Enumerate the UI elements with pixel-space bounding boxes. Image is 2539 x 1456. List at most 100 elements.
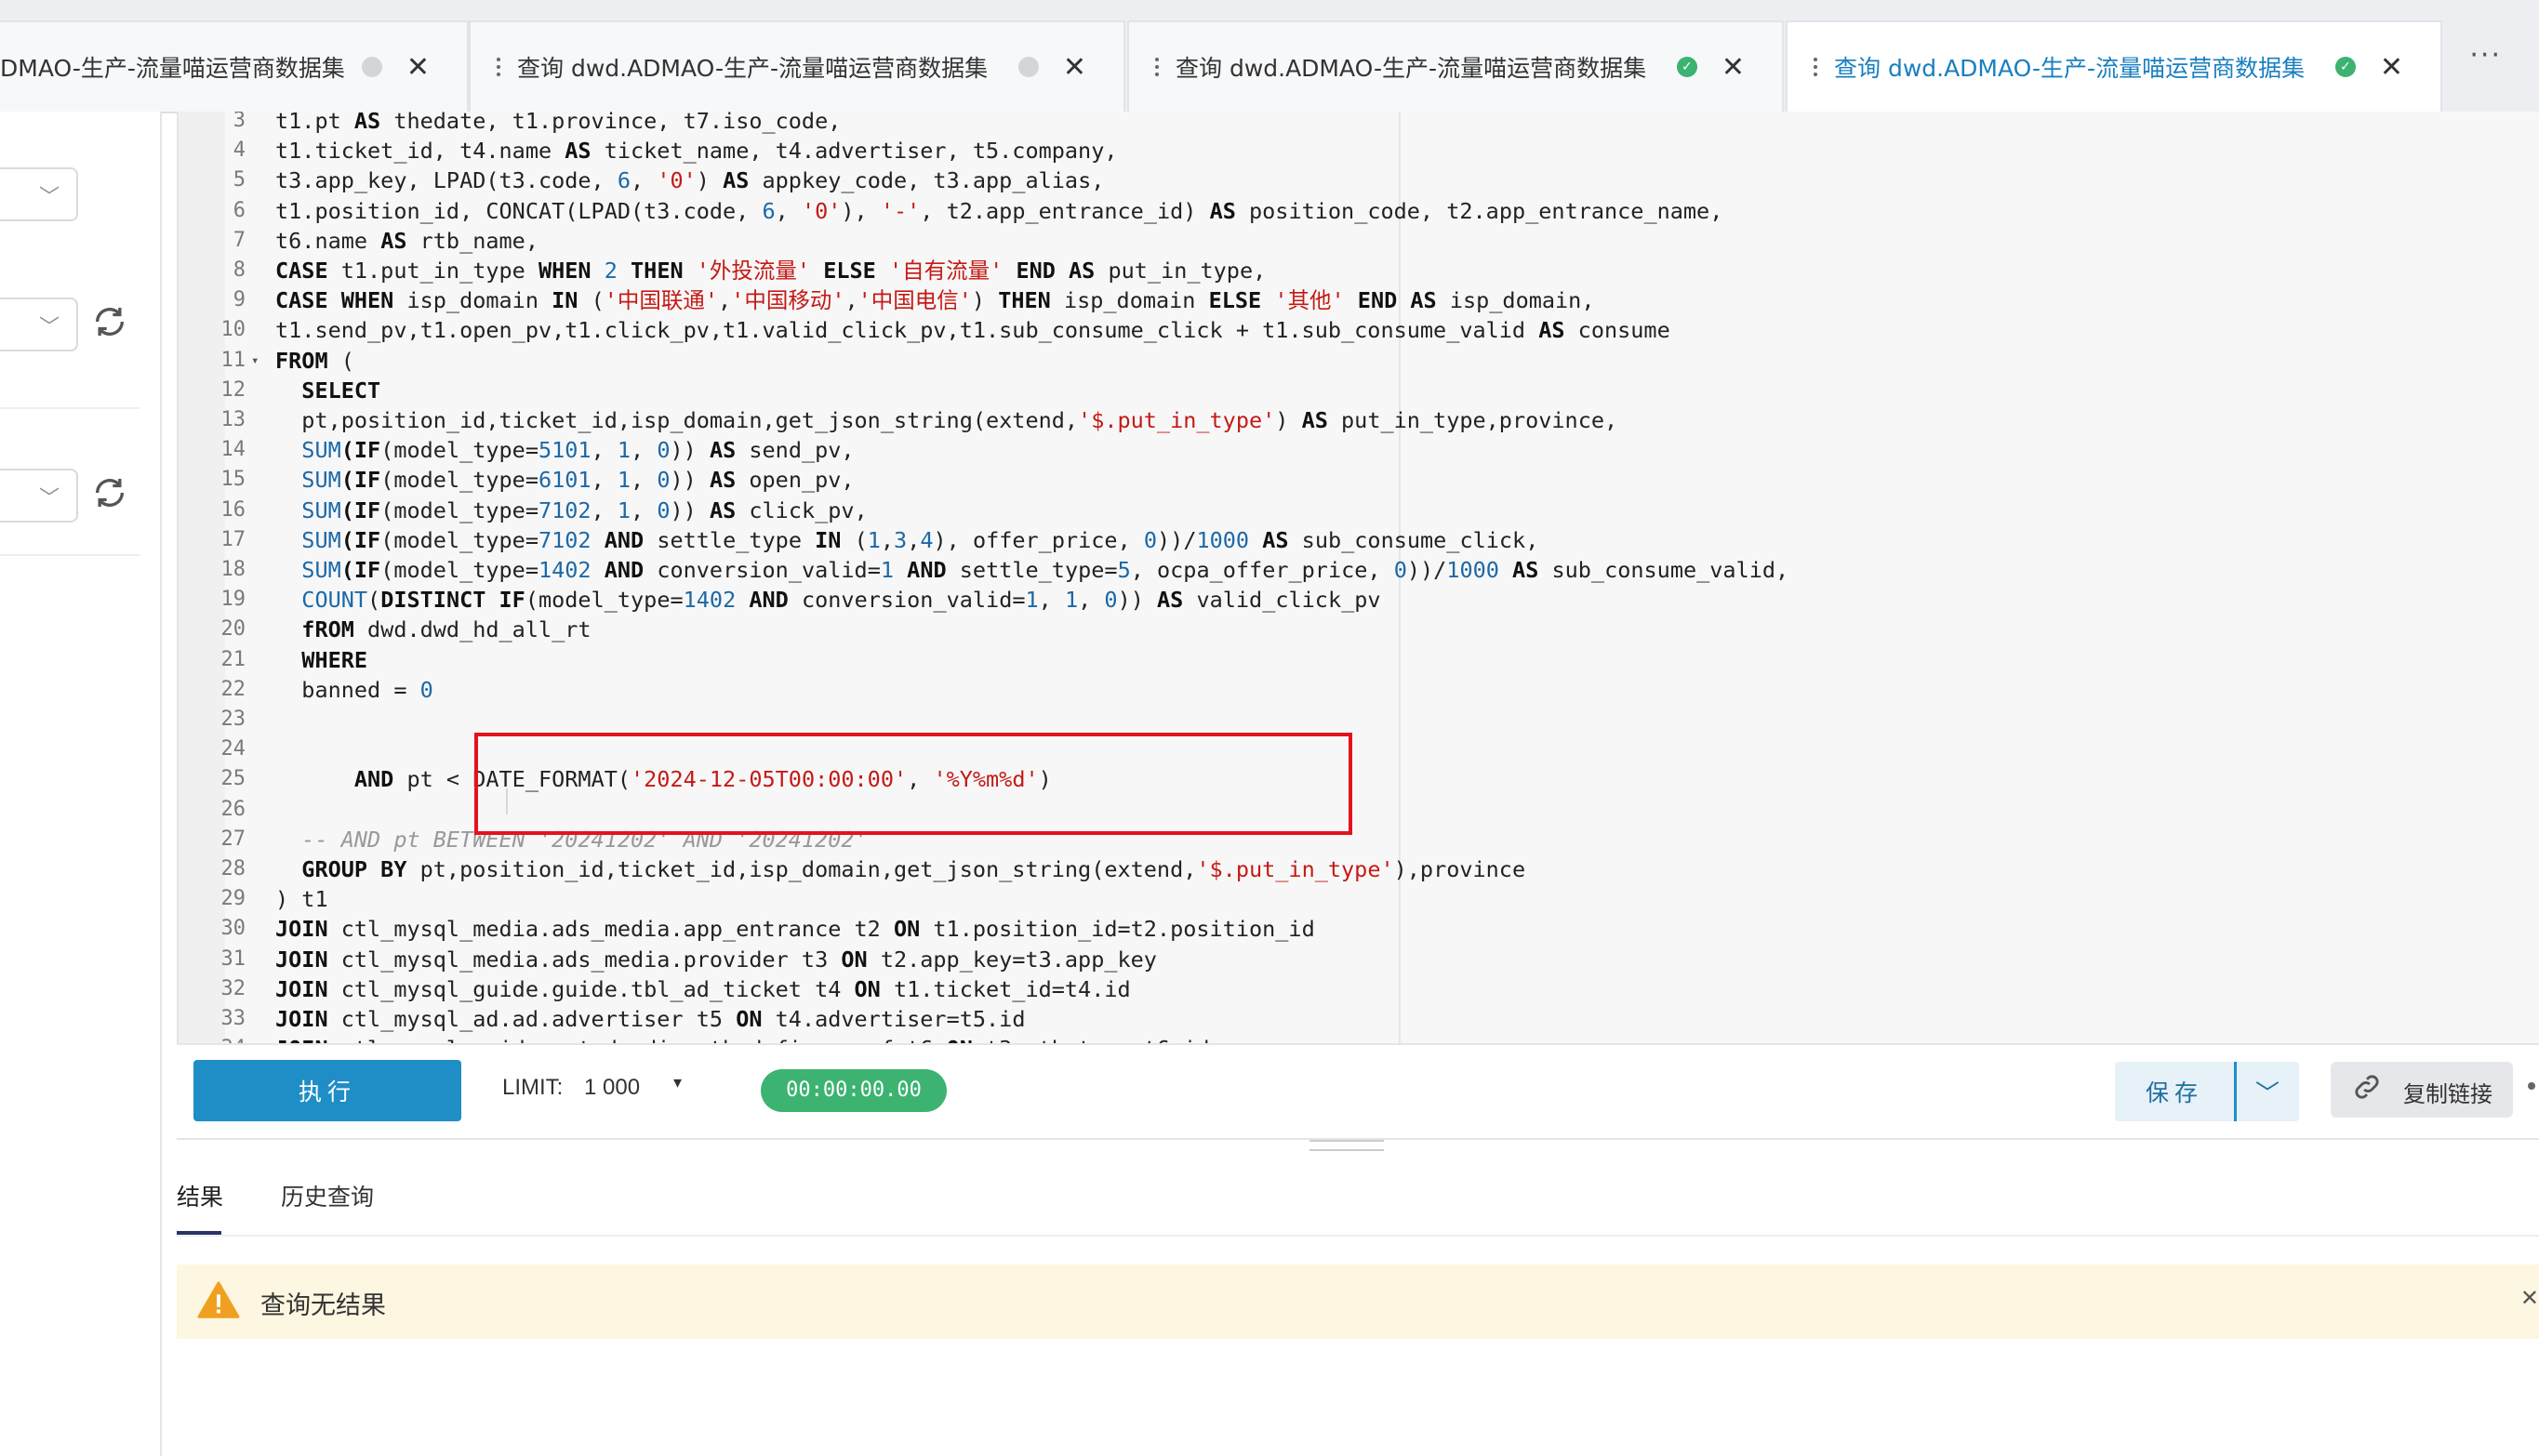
code-line[interactable]: 33 JOIN ctl_mysql_ad.ad.advertiser t5 ON …: [179, 1006, 2504, 1032]
code-token: t1.ticket_id=t4.id: [880, 975, 1131, 1002]
query-tab-3[interactable]: 查询 dwd.ADMAO-生产-流量喵运营商数据集 ✓ ✕: [1127, 20, 1784, 112]
code-token: CASE: [275, 258, 328, 284]
table-select[interactable]: ﹀: [0, 469, 78, 523]
limit-select[interactable]: 1 000: [584, 1075, 640, 1101]
save-button[interactable]: 保存: [2115, 1062, 2234, 1121]
code-token: ctl_mysql_media.ads_media.provider t3: [327, 946, 842, 973]
code-line[interactable]: 23: [179, 707, 2504, 733]
code-token: click_pv,: [736, 496, 868, 523]
code-line[interactable]: 14 SUM(IF(model_type=5101, 1, 0)) AS sen…: [179, 437, 2504, 463]
refresh-icon[interactable]: [91, 474, 128, 511]
code-token: ,: [718, 287, 732, 314]
code-token: '中国移动': [731, 287, 845, 314]
code-line[interactable]: 21 WHERE: [179, 647, 2504, 673]
code-token: 1000: [1196, 526, 1250, 553]
save-options-button[interactable]: ﹀: [2234, 1062, 2299, 1121]
line-number: 13: [220, 408, 246, 431]
close-icon[interactable]: ✕: [1063, 51, 1086, 84]
code-token: (model_type=: [525, 587, 684, 614]
close-icon[interactable]: ✕: [1721, 51, 1745, 84]
tab-history[interactable]: 历史查询: [281, 1179, 374, 1212]
code-line[interactable]: 28 GROUP BY pt,position_id,ticket_id,isp…: [179, 856, 2504, 882]
drag-handle-icon[interactable]: [497, 58, 500, 76]
code-line[interactable]: 30 JOIN ctl_mysql_media.ads_media.app_ent…: [179, 916, 2504, 942]
drag-handle-icon[interactable]: [1155, 58, 1159, 76]
code-token: (IF: [340, 496, 381, 523]
close-icon[interactable]: ✕: [406, 51, 430, 84]
query-tab-2[interactable]: 查询 dwd.ADMAO-生产-流量喵运营商数据集 ✕: [469, 20, 1125, 112]
code-line[interactable]: 20 fROM dwd.dwd_hd_all_rt: [179, 616, 2504, 642]
code-line[interactable]: 11 ▾ FROM (: [179, 348, 2504, 374]
code-line[interactable]: 10 t1.send_pv,t1.open_pv,t1.click_pv,t1.v…: [179, 317, 2504, 343]
more-options-icon[interactable]: [2528, 1082, 2535, 1090]
code-token: AS: [723, 167, 750, 194]
code-line[interactable]: 12 SELECT: [179, 377, 2504, 404]
sql-editor[interactable]: 3 t1.pt AS thedate, t1.province, t7.iso_c…: [177, 112, 2539, 1043]
code-token: ON: [841, 946, 868, 973]
code-token: t3.rtb_type=t6.id: [973, 1036, 1210, 1043]
caret-down-icon[interactable]: ▾: [673, 1073, 682, 1092]
tab-results[interactable]: 结果: [177, 1179, 223, 1212]
code-token: ), offer_price,: [933, 526, 1144, 553]
code-line[interactable]: 7 t6.name AS rtb_name,: [179, 228, 2504, 254]
code-token: ,: [844, 287, 858, 314]
code-line[interactable]: 17 SUM(IF(model_type=7102 AND settle_typ…: [179, 527, 2504, 553]
status-pending-icon: [1017, 57, 1039, 77]
code-text: banned = 0: [275, 677, 433, 703]
code-line[interactable]: 31 JOIN ctl_mysql_media.ads_media.provide…: [179, 946, 2504, 973]
code-line[interactable]: 4 t1.ticket_id, t4.name AS ticket_name, t…: [179, 138, 2504, 164]
query-tab-4-active[interactable]: 查询 dwd.ADMAO-生产-流量喵运营商数据集 ✓ ✕: [1786, 20, 2442, 112]
copy-link-button[interactable]: 复制链接: [2331, 1062, 2513, 1118]
line-number: 12: [220, 377, 246, 402]
fold-toggle-icon[interactable]: ▾: [251, 348, 259, 374]
close-icon[interactable]: ✕: [2520, 1285, 2539, 1311]
code-token: ,: [775, 197, 802, 224]
code-line[interactable]: 32 JOIN ctl_mysql_guide.guide.tbl_ad_tick…: [179, 976, 2504, 1002]
code-token: t1.position_id, CONCAT(LPAD(t3.code,: [275, 197, 763, 224]
code-token: put_in_type,province,: [1327, 407, 1618, 433]
code-text: t6.name AS rtb_name,: [275, 228, 538, 254]
code-line[interactable]: 8 CASE t1.put_in_type WHEN 2 THEN '外投流量' …: [179, 258, 2504, 284]
resize-handle[interactable]: [1309, 1140, 1384, 1151]
database-select[interactable]: ﹀: [0, 167, 78, 221]
code-line[interactable]: 29) t1: [179, 886, 2504, 912]
code-token: (IF: [340, 467, 381, 494]
execution-timer: 00:00:00.00: [761, 1069, 947, 1112]
drag-handle-icon[interactable]: [1814, 58, 1817, 76]
code-line[interactable]: 5 t3.app_key, LPAD(t3.code, 6, '0') AS ap…: [179, 167, 2504, 193]
code-token: rtb_name,: [406, 227, 538, 254]
code-line[interactable]: 19 COUNT(DISTINCT IF(model_type=1402 AND…: [179, 587, 2504, 613]
code-token: SUM: [301, 557, 341, 583]
refresh-icon[interactable]: [91, 303, 128, 340]
code-token: 4: [920, 526, 934, 553]
code-line[interactable]: 3 t1.pt AS thedate, t1.province, t7.iso_c…: [179, 112, 2504, 134]
code-line[interactable]: 9 CASE WHEN isp_domain IN ('中国联通','中国移动',…: [179, 287, 2504, 313]
code-token: pt,position_id,ticket_id,isp_domain,get_…: [275, 407, 1079, 433]
code-token: 6: [617, 167, 631, 194]
code-line[interactable]: 34 JOIN ctl_mysql_guide.rpt_dc.dim_rtb_de…: [179, 1036, 2504, 1043]
code-token: ELSE: [1208, 287, 1262, 314]
code-line[interactable]: 18 SUM(IF(model_type=1402 AND conversion…: [179, 557, 2504, 583]
code-token: send_pv,: [736, 437, 855, 464]
more-tabs-icon[interactable]: ···: [2469, 39, 2502, 72]
code-line[interactable]: 16 SUM(IF(model_type=7102, 1, 0)) AS cli…: [179, 497, 2504, 523]
code-token: 0: [1393, 557, 1407, 583]
line-number: 19: [220, 588, 246, 612]
code-token: )): [670, 496, 710, 523]
run-button[interactable]: 执行: [193, 1060, 461, 1121]
query-tab-1[interactable]: DMAO-生产-流量喵运营商数据集 ✕: [0, 20, 469, 112]
code-line[interactable]: 13 pt,position_id,ticket_id,isp_domain,g…: [179, 407, 2504, 433]
schema-select[interactable]: ﹀: [0, 298, 78, 351]
code-text: FROM (: [275, 348, 354, 374]
code-line[interactable]: 15 SUM(IF(model_type=6101, 1, 0)) AS ope…: [179, 467, 2504, 493]
close-icon[interactable]: ✕: [2380, 51, 2403, 84]
code-line[interactable]: 6 t1.position_id, CONCAT(LPAD(t3.code, 6,…: [179, 198, 2504, 224]
link-icon: [2355, 1075, 2379, 1099]
code-line[interactable]: 22 banned = 0: [179, 677, 2504, 703]
